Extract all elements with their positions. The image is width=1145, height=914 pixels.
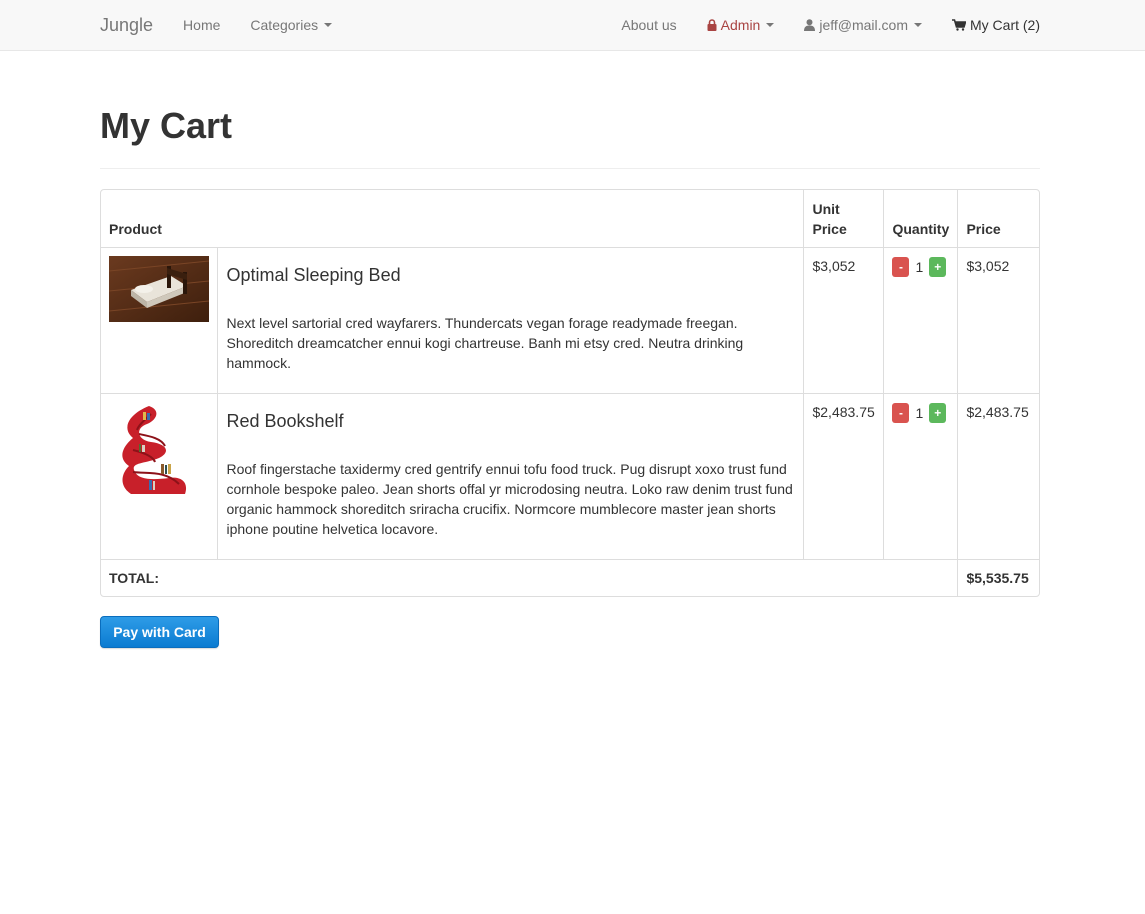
price-cell: $3,052 xyxy=(957,246,1039,394)
table-row: Optimal Sleeping Bed Next level sartoria… xyxy=(101,246,1039,394)
pay-with-card-button[interactable]: Pay with Card xyxy=(100,616,219,648)
table-row: Red Bookshelf Roof fingerstache taxiderm… xyxy=(101,392,1039,560)
quantity-value: 1 xyxy=(915,404,924,421)
user-icon xyxy=(804,19,816,31)
header-product: Product xyxy=(101,190,805,248)
product-image-bookshelf[interactable] xyxy=(109,399,209,500)
nav-admin-label: Admin xyxy=(720,17,761,33)
header-quantity: Quantity xyxy=(883,190,959,248)
quantity-stepper: - 1 + xyxy=(892,402,949,423)
lock-icon xyxy=(707,19,717,31)
nav-cart-label: My Cart (2) xyxy=(970,17,1040,33)
product-image-cell xyxy=(101,246,219,394)
unit-price-cell: $2,483.75 xyxy=(803,392,885,560)
increase-quantity-button[interactable]: + xyxy=(929,402,947,423)
quantity-cell: - 1 + xyxy=(883,392,959,560)
nav-user-email: jeff@mail.com xyxy=(819,17,908,33)
nav-cart-link[interactable]: My Cart (2) xyxy=(952,17,1040,33)
total-row: TOTAL: $5,535.75 xyxy=(101,558,1039,596)
brand-link[interactable]: Jungle xyxy=(100,15,153,36)
caret-down-icon xyxy=(324,23,333,27)
product-description: Next level sartorial cred wayfarers. Thu… xyxy=(226,314,744,371)
unit-price-cell: $3,052 xyxy=(803,246,885,394)
product-info-cell: Optimal Sleeping Bed Next level sartoria… xyxy=(217,246,805,394)
nav-about-link[interactable]: About us xyxy=(621,17,676,33)
product-name[interactable]: Red Bookshelf xyxy=(226,411,795,431)
decrease-quantity-button[interactable]: - xyxy=(892,256,910,277)
nav-home-link[interactable]: Home xyxy=(183,17,220,33)
caret-down-icon xyxy=(766,23,775,27)
title-divider xyxy=(100,168,1040,169)
quantity-stepper: - 1 + xyxy=(892,256,949,277)
navbar: Jungle Home Categories About us Admin je… xyxy=(0,0,1145,51)
caret-down-icon xyxy=(914,23,922,27)
navbar-inner: Jungle Home Categories About us Admin je… xyxy=(100,0,1040,50)
navbar-left: Jungle Home Categories xyxy=(100,15,362,36)
nav-categories-dropdown[interactable]: Categories xyxy=(250,17,333,33)
product-description: Roof fingerstache taxidermy cred gentrif… xyxy=(226,460,793,537)
table-header-row: Product Unit Price Quantity Price xyxy=(101,190,1039,248)
nav-admin-dropdown[interactable]: Admin xyxy=(707,17,775,33)
nav-categories-label: Categories xyxy=(250,17,319,33)
page-title: My Cart xyxy=(100,105,233,146)
navbar-right: About us Admin jeff@mail.com My Cart (2) xyxy=(621,17,1040,33)
shopping-cart-icon xyxy=(952,19,966,31)
product-image-bed[interactable] xyxy=(109,255,209,322)
price-cell: $2,483.75 xyxy=(957,392,1039,560)
total-label: TOTAL: xyxy=(101,558,959,596)
decrease-quantity-button[interactable]: - xyxy=(892,402,910,423)
product-image-cell xyxy=(101,392,219,560)
increase-quantity-button[interactable]: + xyxy=(929,256,947,277)
header-price: Price xyxy=(957,190,1039,248)
quantity-cell: - 1 + xyxy=(883,246,959,394)
quantity-value: 1 xyxy=(915,258,924,275)
product-name[interactable]: Optimal Sleeping Bed xyxy=(226,265,795,285)
cart-table: Product Unit Price Quantity Price Optima… xyxy=(101,190,1039,596)
product-info-cell: Red Bookshelf Roof fingerstache taxiderm… xyxy=(217,392,805,560)
total-value: $5,535.75 xyxy=(957,558,1039,596)
cart-table-container: Product Unit Price Quantity Price Optima… xyxy=(100,189,1040,597)
nav-user-dropdown[interactable]: jeff@mail.com xyxy=(804,17,922,33)
header-unit-price: Unit Price xyxy=(803,190,885,248)
